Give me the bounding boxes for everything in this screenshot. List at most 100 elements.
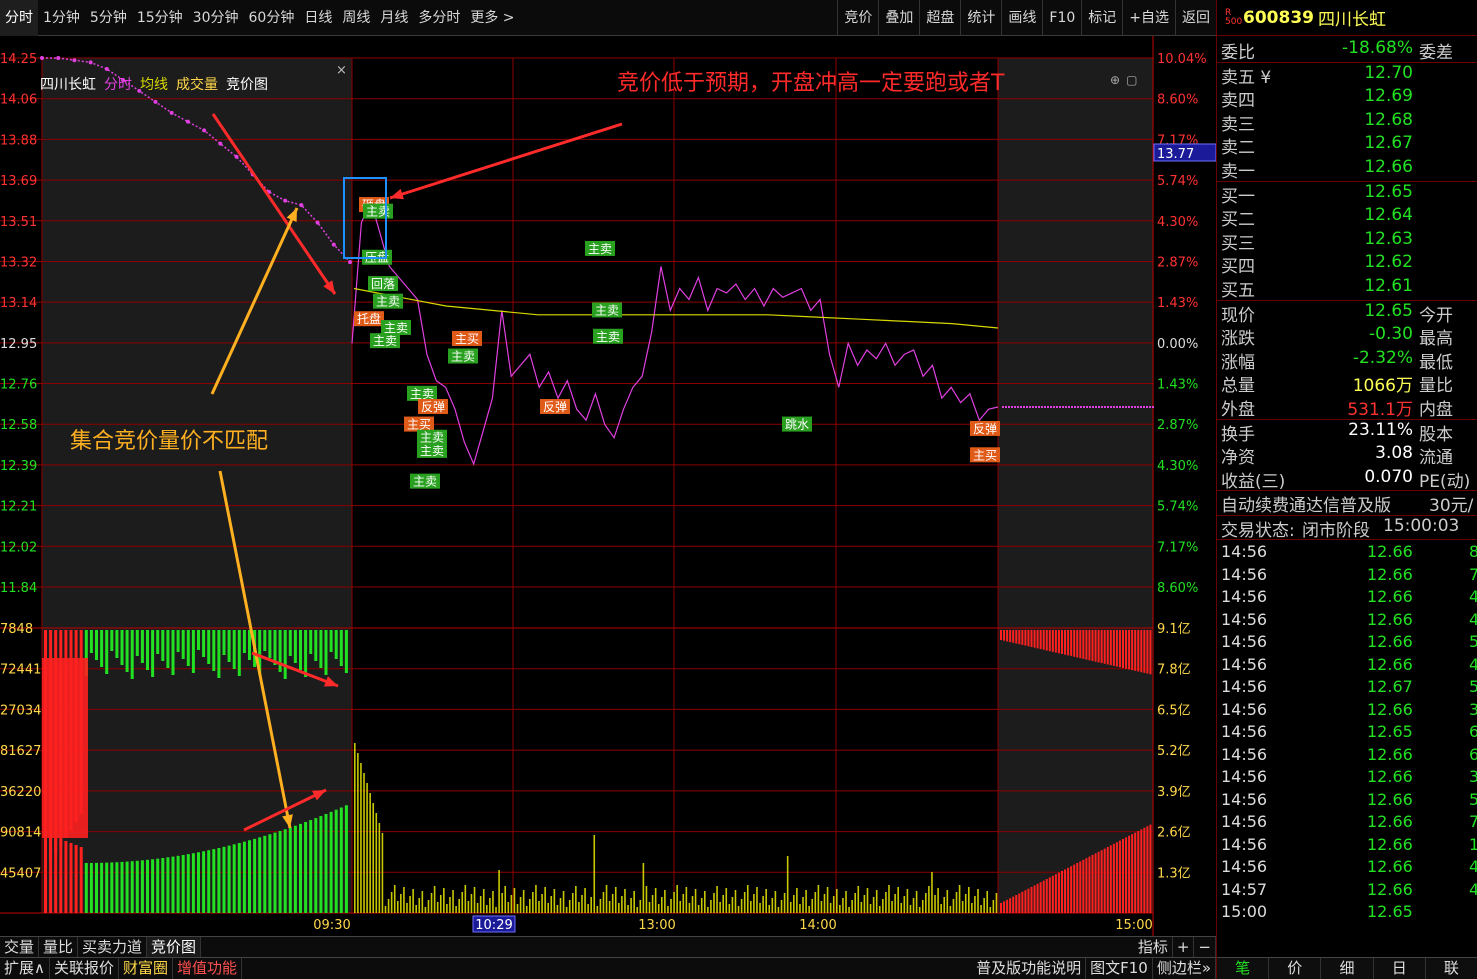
tool-button[interactable]: 竞价 (837, 0, 878, 36)
period-tab[interactable]: 60分钟 (244, 0, 300, 36)
buys-row: 买一 12.65 (1217, 182, 1477, 207)
tick-tab[interactable]: 价 (1269, 958, 1322, 979)
time-label: 14:00 (799, 918, 836, 933)
tool-button[interactable]: F10 (1042, 0, 1081, 36)
indicator-tab[interactable]: 量比 (39, 937, 79, 957)
after-buy-bar (1118, 840, 1121, 913)
period-tab[interactable]: 周线 (337, 0, 375, 36)
rating-badge: R 500 (1225, 8, 1243, 27)
volume-bar (826, 887, 829, 913)
promo-row[interactable]: 自动续费通达信普及版 30元/ (1217, 491, 1477, 516)
auction-buy-bar (232, 844, 236, 913)
volume-bar (783, 893, 786, 913)
period-tab[interactable]: 多分时 (413, 0, 465, 36)
volume-bar (854, 893, 857, 913)
restore-icon[interactable]: ▢ (1126, 73, 1137, 91)
after-sell-bar (1045, 630, 1048, 651)
period-tab[interactable]: 30分钟 (188, 0, 244, 36)
status-bar-item[interactable]: 增值功能 (173, 958, 243, 979)
after-sell-bar (1140, 630, 1143, 673)
auction-buy-bar (89, 862, 93, 913)
volume-bar (823, 894, 826, 913)
auction-sell-bar (344, 630, 348, 673)
promo-text[interactable]: 自动续费通达信普及版 (1221, 491, 1391, 516)
status-bar-item[interactable]: 财富圈 (119, 958, 174, 979)
tool-button[interactable]: 统计 (960, 0, 1001, 36)
volume-bar (581, 895, 583, 913)
status-bar-item[interactable]: 扩展∧ (0, 958, 50, 979)
status-bar-link[interactable]: 普及版功能说明 (972, 958, 1087, 979)
tool-button[interactable]: 画线 (1001, 0, 1042, 36)
tool-button[interactable]: 叠加 (878, 0, 919, 36)
period-tab[interactable]: 5分钟 (85, 0, 132, 36)
avg-price-line (353, 287, 999, 329)
sells-row: 卖三 12.68 (1217, 110, 1477, 135)
expand-icon[interactable]: ⊕ (1110, 73, 1120, 91)
auction-sell-bar (324, 630, 328, 675)
volume-bar (866, 888, 869, 913)
volume-bar (940, 904, 942, 913)
volume-label[interactable]: 成交量 (176, 74, 218, 93)
auction-buy-bar (191, 853, 195, 913)
mode-label[interactable]: 分时 (104, 74, 132, 93)
tick-tab[interactable]: 联 (1426, 958, 1477, 979)
indicator-tab[interactable]: 竞价图 (147, 937, 202, 957)
tick-tab[interactable]: 细 (1321, 958, 1374, 979)
auction-buy-bar (202, 851, 206, 913)
buy-levels: 买一 12.65 买二 12.64 买三 12.63 买四 12.62 买五 12.61 (1217, 182, 1477, 301)
buys-row: 买三 12.63 (1217, 229, 1477, 254)
tick-list[interactable]: 14:56 12.66 8 14:56 12.66 7 14:56 12.66 4 14:56 12… (1217, 540, 1477, 925)
status-bar-link[interactable]: 侧边栏» (1153, 958, 1216, 979)
status-bar-item[interactable]: 关联报价 (50, 958, 119, 979)
indicator-tab[interactable]: 交量 (0, 937, 40, 957)
auction-sell-bar (227, 630, 231, 662)
period-tab[interactable]: 分时 (0, 0, 38, 36)
volume-bar (565, 907, 568, 913)
after-sell-bar (1118, 630, 1121, 668)
volume-bar (476, 903, 479, 913)
after-hours-point (1098, 406, 1100, 409)
period-tab[interactable]: 15分钟 (132, 0, 188, 36)
volume-bar (479, 896, 482, 913)
tool-button[interactable]: 返回 (1175, 0, 1216, 36)
tool-button[interactable]: 标记 (1081, 0, 1122, 36)
after-sell-bar (1015, 630, 1018, 644)
tick-volume: 4 (1469, 655, 1477, 674)
annotation-top: 竞价低于预期，开盘冲高一定要跑或者T (617, 71, 1005, 96)
avg-line-label[interactable]: 均线 (140, 74, 168, 93)
after-buy-bar (1067, 867, 1070, 913)
indicator-control[interactable]: − (1194, 937, 1216, 957)
indicator-control[interactable]: 指标 (1134, 937, 1173, 957)
period-tab[interactable]: 更多 > (465, 0, 519, 36)
after-hours-point (1146, 406, 1148, 409)
after-sell-bar (1085, 630, 1088, 660)
webi-label: 委比 (1221, 43, 1255, 63)
after-buy-bar (1097, 851, 1100, 913)
signal-tag-label: 反弹 (421, 400, 445, 414)
intraday-chart[interactable]: 四川长虹 分时 均线 成交量 竞价图 ⊕ ▢ 14.25 14.06 13.88 13… (0, 36, 1216, 936)
volume-bar (430, 893, 433, 913)
tick-tab[interactable]: 日 (1374, 958, 1426, 979)
volume-bar (360, 763, 362, 913)
pct-tick-label: 0.00% (1157, 337, 1198, 352)
indicator-tab[interactable]: 买卖力道 (78, 937, 148, 957)
auction-buy-bar (299, 823, 302, 913)
volume-bar (657, 904, 660, 913)
auction-sell-bar (237, 630, 241, 676)
sells-price: 12.67 (1364, 133, 1413, 154)
after-sell-bar (1079, 630, 1082, 659)
tool-button[interactable]: 超盘 (919, 0, 960, 36)
period-tab[interactable]: 日线 (299, 0, 337, 36)
after-buy-bar (1000, 903, 1002, 913)
period-tab[interactable]: 月线 (375, 0, 413, 36)
period-tab[interactable]: 1分钟 (38, 0, 85, 36)
tick-tab[interactable]: 笔 (1217, 958, 1270, 979)
status-bar-link[interactable]: 图文F10 (1086, 958, 1153, 979)
signal-tag-label: 主买 (973, 448, 997, 462)
volume-bar (559, 898, 562, 913)
close-icon[interactable]: × (336, 63, 347, 78)
indicator-control[interactable]: + (1173, 937, 1195, 957)
volume-bar (602, 892, 605, 913)
tool-button[interactable]: +自选 (1122, 0, 1175, 36)
auction-label[interactable]: 竞价图 (226, 74, 268, 93)
